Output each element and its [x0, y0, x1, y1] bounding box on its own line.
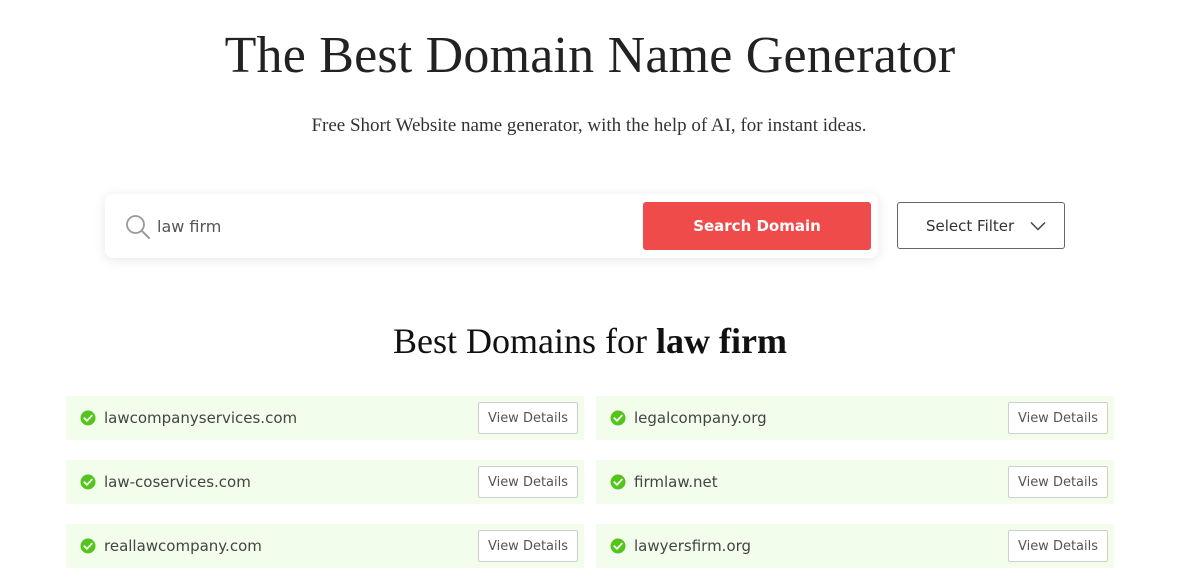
check-circle-icon: [80, 538, 96, 554]
domain-name[interactable]: law-coservices.com: [104, 473, 251, 491]
domain-result-card: lawcompanyservices.com View Details: [66, 396, 584, 440]
view-details-button[interactable]: View Details: [478, 530, 578, 562]
page-title: The Best Domain Name Generator: [224, 27, 956, 84]
select-filter-label: Select Filter: [926, 217, 1015, 235]
check-circle-icon: [610, 410, 626, 426]
results-heading-query: law firm: [656, 321, 787, 361]
domain-name[interactable]: legalcompany.org: [634, 409, 767, 427]
domain-result-card: firmlaw.net View Details: [596, 460, 1114, 504]
select-filter-dropdown[interactable]: Select Filter: [897, 202, 1065, 249]
view-details-button[interactable]: View Details: [1008, 530, 1108, 562]
check-circle-icon: [610, 538, 626, 554]
domain-result-card: law-coservices.com View Details: [66, 460, 584, 504]
domain-name[interactable]: lawyersfirm.org: [634, 537, 751, 555]
view-details-button[interactable]: View Details: [478, 402, 578, 434]
check-circle-icon: [80, 410, 96, 426]
search-icon: [126, 215, 150, 239]
check-circle-icon: [610, 474, 626, 490]
view-details-button[interactable]: View Details: [1008, 466, 1108, 498]
search-bar: Search Domain: [105, 194, 878, 258]
search-input[interactable]: [157, 212, 627, 240]
domain-name[interactable]: reallawcompany.com: [104, 537, 262, 555]
view-details-button[interactable]: View Details: [1008, 402, 1108, 434]
domain-name[interactable]: lawcompanyservices.com: [104, 409, 297, 427]
domain-result-card: lawyersfirm.org View Details: [596, 524, 1114, 568]
domain-result-card: reallawcompany.com View Details: [66, 524, 584, 568]
domain-result-card: legalcompany.org View Details: [596, 396, 1114, 440]
results-heading: Best Domains for law firm: [0, 320, 1180, 362]
domain-name[interactable]: firmlaw.net: [634, 473, 718, 491]
view-details-button[interactable]: View Details: [478, 466, 578, 498]
results-heading-prefix: Best Domains for: [393, 321, 647, 361]
page-subtitle: Free Short Website name generator, with …: [311, 115, 867, 136]
check-circle-icon: [80, 474, 96, 490]
search-domain-button[interactable]: Search Domain: [643, 202, 871, 250]
chevron-down-icon: [1030, 221, 1046, 231]
